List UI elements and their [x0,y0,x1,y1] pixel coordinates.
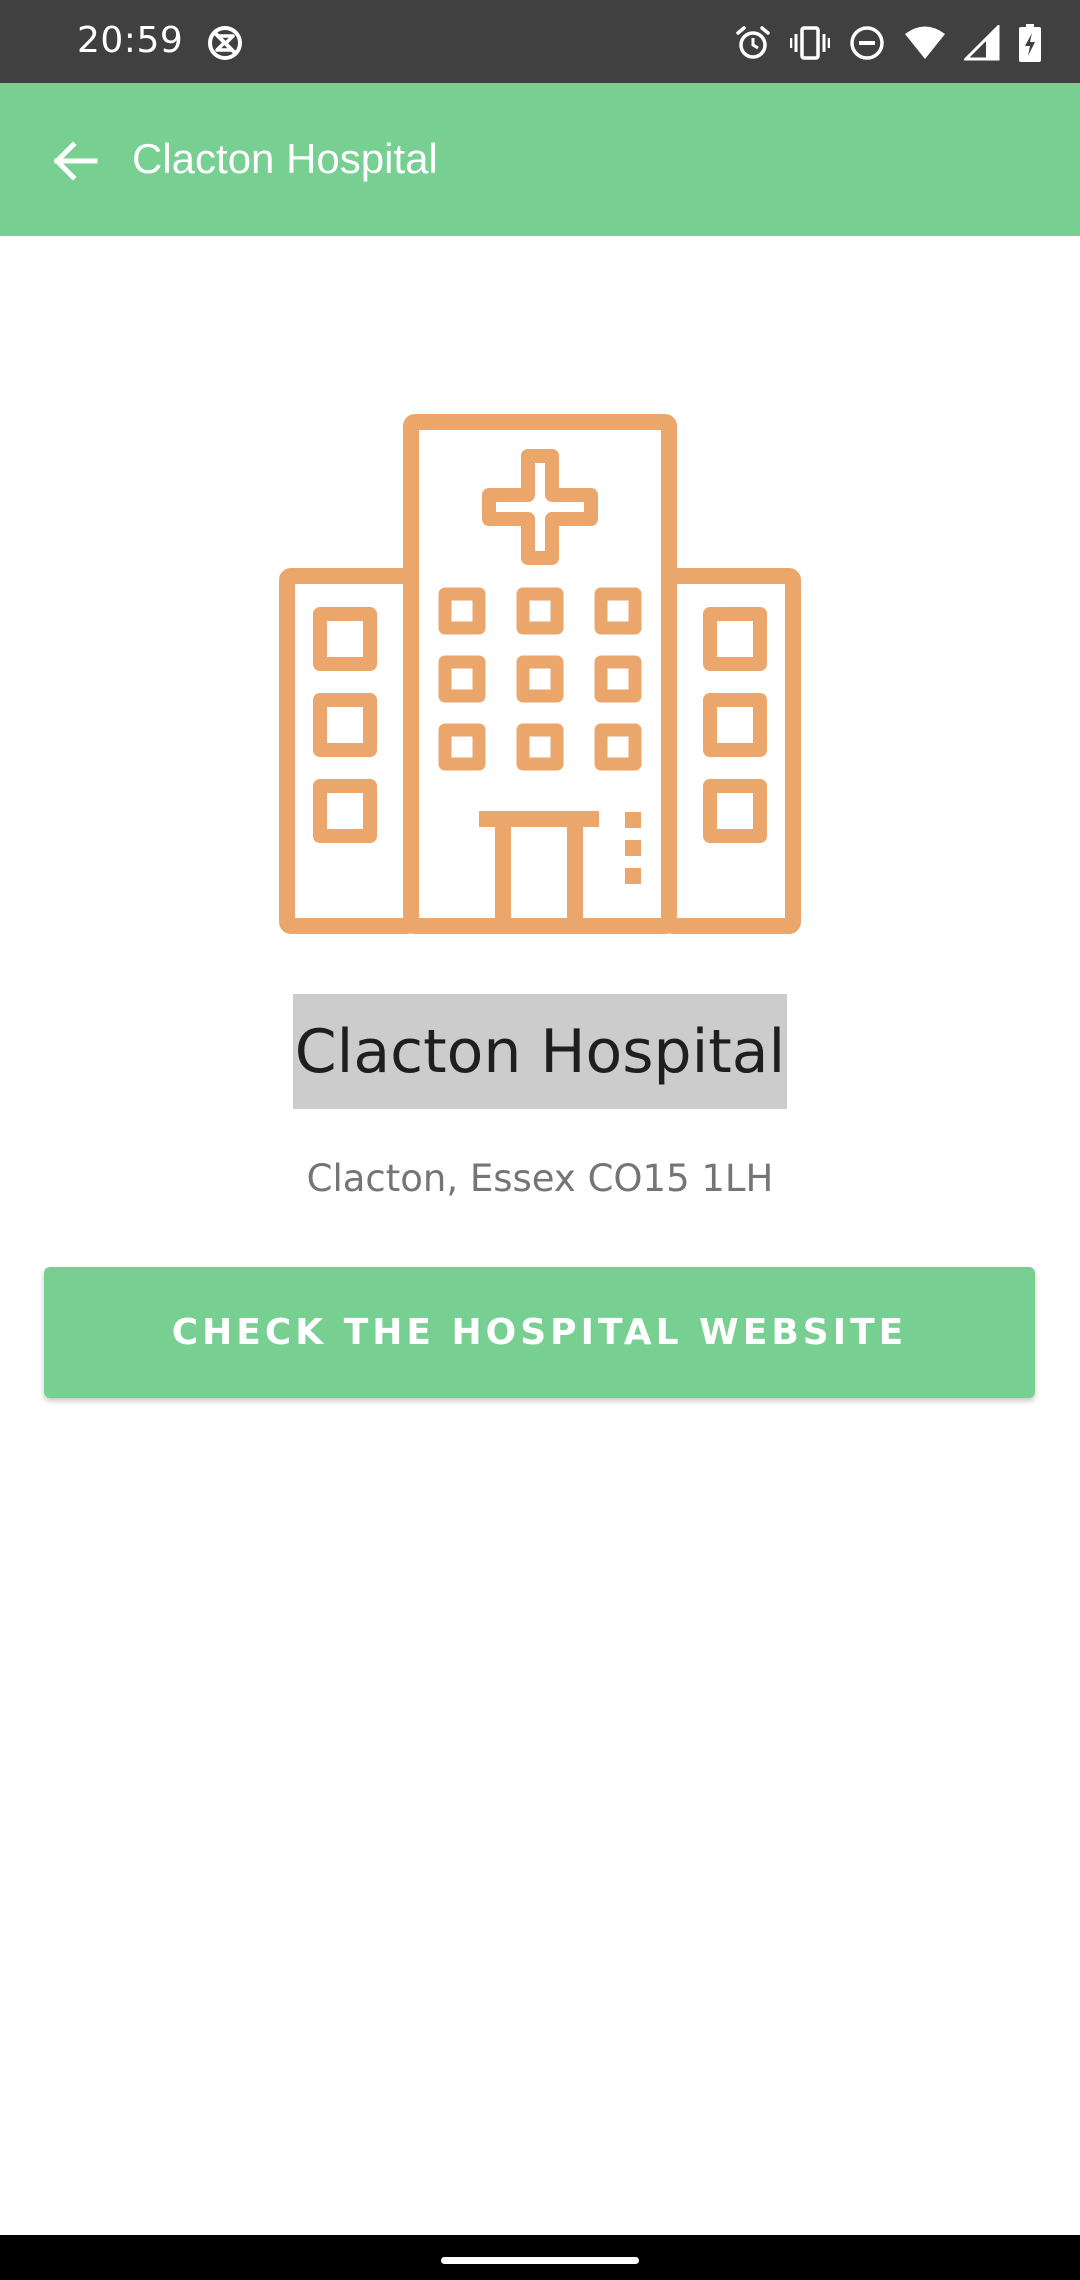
vibrate-icon [790,26,830,60]
navigation-bar [0,2235,1080,2280]
battery-charging-icon [1019,24,1041,62]
check-website-button-label: CHECK THE HOSPITAL WEBSITE [171,1312,908,1353]
home-gesture-handle[interactable] [441,2257,639,2264]
hospital-address: Clacton, Essex CO15 1LH [306,1157,774,1200]
back-button[interactable] [40,126,110,196]
status-bar: 20:59 [0,0,1080,83]
check-website-button[interactable]: CHECK THE HOSPITAL WEBSITE [44,1267,1035,1398]
arrow-back-icon [53,141,98,181]
no-sync-icon [208,26,242,60]
app-bar: Clacton Hospital [0,83,1080,236]
do-not-disturb-icon [850,26,884,60]
hospital-name: Clacton Hospital [294,1016,786,1087]
wifi-icon [905,26,945,59]
alarm-icon [736,26,770,59]
signal-icon [964,25,1000,61]
status-icons [734,22,1042,64]
hospital-name-box: Clacton Hospital [293,994,787,1109]
status-time: 20:59 [77,20,184,61]
app-title: Clacton Hospital [132,135,438,182]
hospital-building-icon [279,414,801,934]
